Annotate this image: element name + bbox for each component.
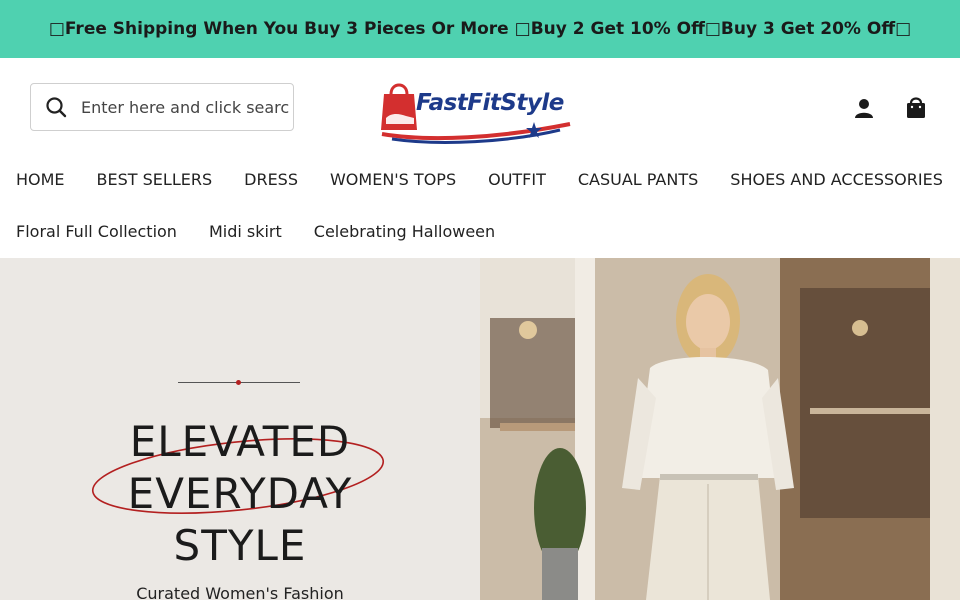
announcement-text: □Free Shipping When You Buy 3 Pieces Or … <box>48 19 912 39</box>
site-logo[interactable]: FastFitStyle <box>370 68 592 148</box>
account-icon[interactable] <box>852 96 876 120</box>
nav-row-primary: HOME BEST SELLERS DRESS WOMEN'S TOPS OUT… <box>16 170 960 190</box>
nav-item-home[interactable]: HOME <box>16 170 65 190</box>
hero-title: ELEVATED EVERYDAY STYLE <box>127 417 353 570</box>
nav-item-floral-collection[interactable]: Floral Full Collection <box>16 222 177 242</box>
decorative-dot <box>236 380 241 385</box>
model-photo-illustration <box>480 258 960 600</box>
search-icon[interactable] <box>31 84 81 130</box>
nav-item-casual-pants[interactable]: CASUAL PANTS <box>578 170 698 190</box>
cart-icon[interactable] <box>904 95 928 119</box>
nav-item-halloween[interactable]: Celebrating Halloween <box>314 222 495 242</box>
announcement-bar: □Free Shipping When You Buy 3 Pieces Or … <box>0 0 960 58</box>
logo-text: FastFitStyle <box>416 90 564 116</box>
nav-item-womens-tops[interactable]: WOMEN'S TOPS <box>330 170 456 190</box>
search-input[interactable] <box>81 85 289 129</box>
search-box[interactable] <box>30 83 294 131</box>
hero-photo <box>480 258 960 600</box>
nav-item-shoes-accessories[interactable]: SHOES AND ACCESSORIES <box>730 170 943 190</box>
nav-item-midi-skirt[interactable]: Midi skirt <box>209 222 282 242</box>
nav-item-dress[interactable]: DRESS <box>244 170 298 190</box>
nav-item-best-sellers[interactable]: BEST SELLERS <box>97 170 213 190</box>
site-header: FastFitStyle <box>0 58 960 154</box>
hero-text-panel: ELEVATED EVERYDAY STYLE Curated Women's … <box>0 258 480 600</box>
hero-subtitle: Curated Women's Fashion <box>136 584 344 600</box>
nav-row-secondary: Floral Full Collection Midi skirt Celebr… <box>16 222 527 242</box>
main-nav: HOME BEST SELLERS DRESS WOMEN'S TOPS OUT… <box>0 154 960 258</box>
nav-item-outfit[interactable]: OUTFIT <box>488 170 546 190</box>
hero-banner[interactable]: ELEVATED EVERYDAY STYLE Curated Women's … <box>0 258 960 600</box>
